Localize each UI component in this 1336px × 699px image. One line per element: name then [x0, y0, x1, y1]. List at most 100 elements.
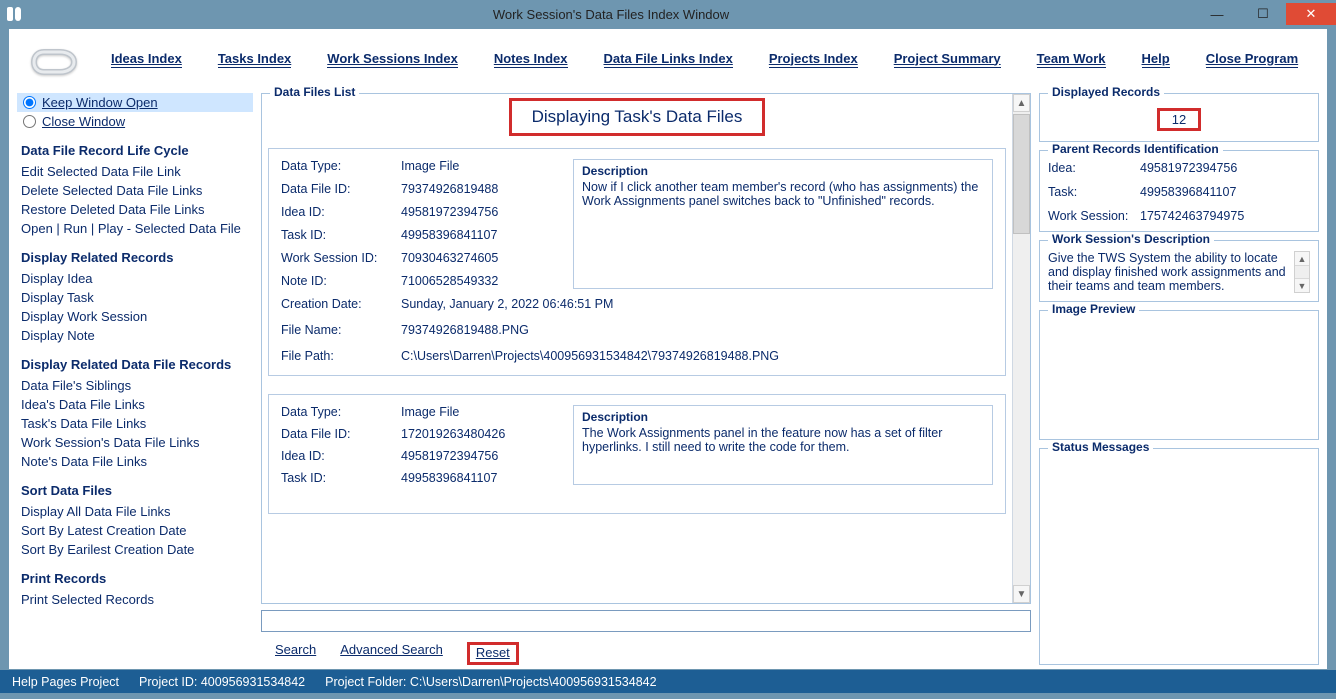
link-note-data-file-links[interactable]: Note's Data File Links	[17, 452, 253, 471]
section-related-data-file-records: Display Related Data File Records	[21, 357, 253, 372]
scroll-up-icon[interactable]: ▲	[1013, 94, 1030, 112]
menu-notes-index[interactable]: Notes Index	[494, 51, 568, 68]
data-file-card[interactable]: Data Type: Image File Description Now if…	[268, 148, 1006, 376]
status-messages-group: Status Messages	[1039, 448, 1319, 665]
link-restore-data-file-links[interactable]: Restore Deleted Data File Links	[17, 200, 253, 219]
ws-description-group: Work Session's Description Give the TWS …	[1039, 240, 1319, 302]
menu-project-summary[interactable]: Project Summary	[894, 51, 1001, 68]
menu-tasks-index[interactable]: Tasks Index	[218, 51, 291, 68]
link-open-run-play[interactable]: Open | Run | Play - Selected Data File	[17, 219, 253, 238]
label-description: Description	[582, 410, 984, 424]
link-ws-data-file-links[interactable]: Work Session's Data File Links	[17, 433, 253, 452]
link-display-idea[interactable]: Display Idea	[17, 269, 253, 288]
label-description: Description	[582, 164, 984, 178]
label-data-type: Data Type:	[281, 405, 393, 419]
scroll-thumb[interactable]	[1013, 114, 1030, 234]
link-idea-data-file-links[interactable]: Idea's Data File Links	[17, 395, 253, 414]
value-file-path: C:\Users\Darren\Projects\400956931534842…	[401, 349, 993, 363]
menu-ideas-index[interactable]: Ideas Index	[111, 51, 182, 68]
label-data-file-id: Data File ID:	[281, 182, 393, 196]
value-parent-idea: 49581972394756	[1140, 161, 1310, 175]
link-display-task[interactable]: Display Task	[17, 288, 253, 307]
section-related-records: Display Related Records	[21, 250, 253, 265]
link-sort-latest[interactable]: Sort By Latest Creation Date	[17, 521, 253, 540]
menu-help[interactable]: Help	[1142, 51, 1170, 68]
scroll-down-icon[interactable]: ▼	[1013, 585, 1030, 603]
label-idea-id: Idea ID:	[281, 449, 393, 463]
advanced-search-link[interactable]: Advanced Search	[340, 642, 443, 665]
value-data-file-id: 172019263480426	[401, 427, 565, 441]
scroll-up-icon[interactable]: ▲	[1295, 252, 1309, 266]
link-sort-earliest[interactable]: Sort By Earilest Creation Date	[17, 540, 253, 559]
close-button[interactable]: ✕	[1286, 3, 1336, 25]
displayed-records-legend: Displayed Records	[1048, 85, 1164, 99]
value-ws-id: 70930463274605	[401, 251, 565, 265]
value-parent-ws: 175742463794975	[1140, 209, 1310, 223]
value-note-id: 71006528549332	[401, 274, 565, 288]
link-print-selected-records[interactable]: Print Selected Records	[17, 590, 253, 609]
link-delete-data-file-links[interactable]: Delete Selected Data File Links	[17, 181, 253, 200]
link-display-all-data-file-links[interactable]: Display All Data File Links	[17, 502, 253, 521]
value-description: The Work Assignments panel in the featur…	[582, 426, 984, 454]
link-display-work-session[interactable]: Display Work Session	[17, 307, 253, 326]
data-files-list-area: Displaying Task's Data Files Data Type: …	[262, 94, 1012, 603]
titlebar: Work Session's Data Files Index Window ―…	[0, 0, 1336, 28]
radio-close-window-label: Close Window	[42, 114, 125, 129]
menu-data-file-links-index[interactable]: Data File Links Index	[604, 51, 733, 68]
list-scrollbar[interactable]: ▲ ▼	[1012, 94, 1030, 603]
scroll-down-icon[interactable]: ▼	[1295, 278, 1309, 292]
label-parent-ws: Work Session:	[1048, 209, 1140, 223]
menu-team-work[interactable]: Team Work	[1037, 51, 1106, 68]
data-file-card[interactable]: Data Type: Image File Description The Wo…	[268, 394, 1006, 514]
search-link[interactable]: Search	[275, 642, 316, 665]
label-note-id: Note ID:	[281, 274, 393, 288]
app-frame: Ideas Index Tasks Index Work Sessions In…	[8, 28, 1328, 670]
label-task-id: Task ID:	[281, 471, 393, 485]
label-file-name: File Name:	[281, 323, 393, 337]
app-logo	[27, 35, 83, 83]
maximize-button[interactable]: ☐	[1240, 3, 1286, 25]
menu-close-program[interactable]: Close Program	[1206, 51, 1298, 68]
link-edit-data-file-link[interactable]: Edit Selected Data File Link	[17, 162, 253, 181]
label-parent-task: Task:	[1048, 185, 1140, 199]
status-project-id: Project ID: 400956931534842	[139, 675, 305, 689]
label-data-type: Data Type:	[281, 159, 393, 173]
minimize-button[interactable]: ―	[1194, 3, 1240, 25]
value-parent-task: 49958396841107	[1140, 185, 1310, 199]
link-display-note[interactable]: Display Note	[17, 326, 253, 345]
radio-close-window[interactable]: Close Window	[17, 112, 253, 131]
top-menu: Ideas Index Tasks Index Work Sessions In…	[9, 29, 1327, 93]
menu-work-sessions-index[interactable]: Work Sessions Index	[327, 51, 458, 68]
radio-keep-window-open[interactable]: Keep Window Open	[17, 93, 253, 112]
label-ws-id: Work Session ID:	[281, 251, 393, 265]
reset-link[interactable]: Reset	[476, 645, 510, 660]
value-data-type: Image File	[401, 159, 565, 173]
status-help-project[interactable]: Help Pages Project	[12, 675, 119, 689]
sidebar: Keep Window Open Close Window Data File …	[17, 93, 253, 665]
value-creation-date: Sunday, January 2, 2022 06:46:51 PM	[401, 297, 993, 311]
value-file-name: 79374926819488.PNG	[401, 323, 993, 337]
parent-records-group: Parent Records Identification Idea: 4958…	[1039, 150, 1319, 232]
ws-description-text: Give the TWS System the ability to locat…	[1048, 251, 1294, 293]
radio-keep-window-open-input[interactable]	[23, 96, 36, 109]
link-data-file-siblings[interactable]: Data File's Siblings	[17, 376, 253, 395]
data-files-list-legend: Data Files List	[270, 85, 359, 99]
menu-projects-index[interactable]: Projects Index	[769, 51, 858, 68]
status-bar: Help Pages Project Project ID: 400956931…	[0, 670, 1336, 693]
value-task-id: 49958396841107	[401, 471, 565, 485]
ws-desc-scrollbar[interactable]: ▲ ▼	[1294, 251, 1310, 293]
value-description: Now if I click another team member's rec…	[582, 180, 984, 208]
link-task-data-file-links[interactable]: Task's Data File Links	[17, 414, 253, 433]
description-box: Description Now if I click another team …	[573, 159, 993, 289]
value-data-type: Image File	[401, 405, 565, 419]
section-print-records: Print Records	[21, 571, 253, 586]
radio-close-window-input[interactable]	[23, 115, 36, 128]
reset-link-highlight: Reset	[467, 642, 519, 665]
label-creation-date: Creation Date:	[281, 297, 393, 311]
radio-keep-window-open-label: Keep Window Open	[42, 95, 158, 110]
search-input[interactable]	[261, 610, 1031, 632]
label-idea-id: Idea ID:	[281, 205, 393, 219]
label-task-id: Task ID:	[281, 228, 393, 242]
app-icon	[0, 0, 28, 28]
value-idea-id: 49581972394756	[401, 205, 565, 219]
